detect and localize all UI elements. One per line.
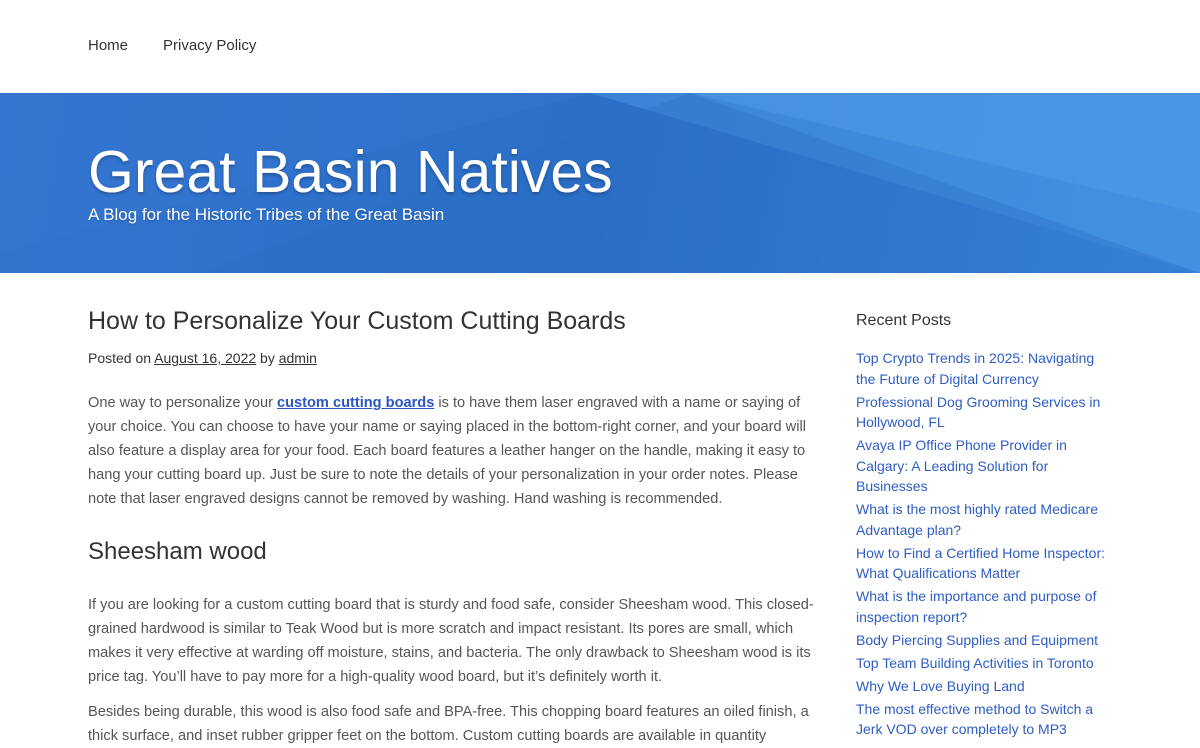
post-paragraph: If you are looking for a custom cutting … — [88, 597, 814, 685]
list-item: Avaya IP Office Phone Provider in Calgar… — [856, 435, 1116, 497]
recent-post-link[interactable]: Top Team Building Activities in Toronto — [856, 655, 1094, 671]
site-title[interactable]: Great Basin Natives — [88, 138, 613, 206]
recent-post-link[interactable]: What is the most highly rated Medicare A… — [856, 501, 1098, 538]
recent-post-link[interactable]: What is the importance and purpose of in… — [856, 588, 1096, 625]
post-meta: Posted on August 16, 2022 by admin — [88, 349, 828, 367]
paragraph-text: is to have them laser engraved with a na… — [88, 395, 806, 507]
recent-post-link[interactable]: Avaya IP Office Phone Provider in Calgar… — [856, 437, 1067, 494]
site-tagline: A Blog for the Historic Tribes of the Gr… — [88, 205, 445, 224]
post-paragraph: One way to personalize your custom cutti… — [88, 391, 828, 511]
posted-on-label: Posted on — [88, 350, 155, 366]
list-item: Why We Love Buying Land — [856, 676, 1116, 697]
post-date-link[interactable]: August 16, 2022 — [154, 350, 256, 366]
recent-post-link[interactable]: The most effective method to Switch a Je… — [856, 701, 1093, 738]
recent-post-link[interactable]: Professional Dog Grooming Services in Ho… — [856, 394, 1100, 431]
list-item: Body Piercing Supplies and Equipment — [856, 630, 1116, 651]
list-item: How to Find a Certified Home Inspector: … — [856, 543, 1116, 584]
paragraph-text: One way to personalize your — [88, 395, 278, 411]
nav-link-privacy-policy[interactable]: Privacy Policy — [163, 37, 256, 54]
post-paragraph: Besides being durable, this wood is also… — [88, 704, 809, 744]
recent-posts-title: Recent Posts — [856, 312, 952, 329]
post-title: How to Personalize Your Custom Cutting B… — [88, 307, 626, 335]
custom-cutting-boards-link[interactable]: custom cutting boards — [277, 395, 434, 411]
list-item: What is the most highly rated Medicare A… — [856, 499, 1116, 540]
list-item: Top Team Building Activities in Toronto — [856, 653, 1116, 674]
list-item: Professional Dog Grooming Services in Ho… — [856, 392, 1116, 433]
sidebar: Recent Posts Top Crypto Trends in 2025: … — [856, 311, 1116, 742]
recent-post-link[interactable]: Body Piercing Supplies and Equipment — [856, 632, 1098, 648]
list-item: Top Crypto Trends in 2025: Navigating th… — [856, 348, 1116, 389]
recent-posts-list: Top Crypto Trends in 2025: Navigating th… — [856, 348, 1116, 740]
list-item: The most effective method to Switch a Je… — [856, 699, 1116, 740]
post-author-link[interactable]: admin — [279, 350, 317, 366]
top-navigation: Home Privacy Policy — [0, 0, 1200, 93]
by-label: by — [256, 350, 279, 366]
section-heading: Sheesham wood — [88, 538, 267, 565]
nav-link-home[interactable]: Home — [88, 37, 128, 54]
recent-post-link[interactable]: Why We Love Buying Land — [856, 678, 1025, 694]
recent-post-link[interactable]: How to Find a Certified Home Inspector: … — [856, 545, 1105, 582]
list-item: What is the importance and purpose of in… — [856, 586, 1116, 627]
recent-post-link[interactable]: Top Crypto Trends in 2025: Navigating th… — [856, 350, 1094, 387]
main-content: How to Personalize Your Custom Cutting B… — [88, 305, 828, 748]
